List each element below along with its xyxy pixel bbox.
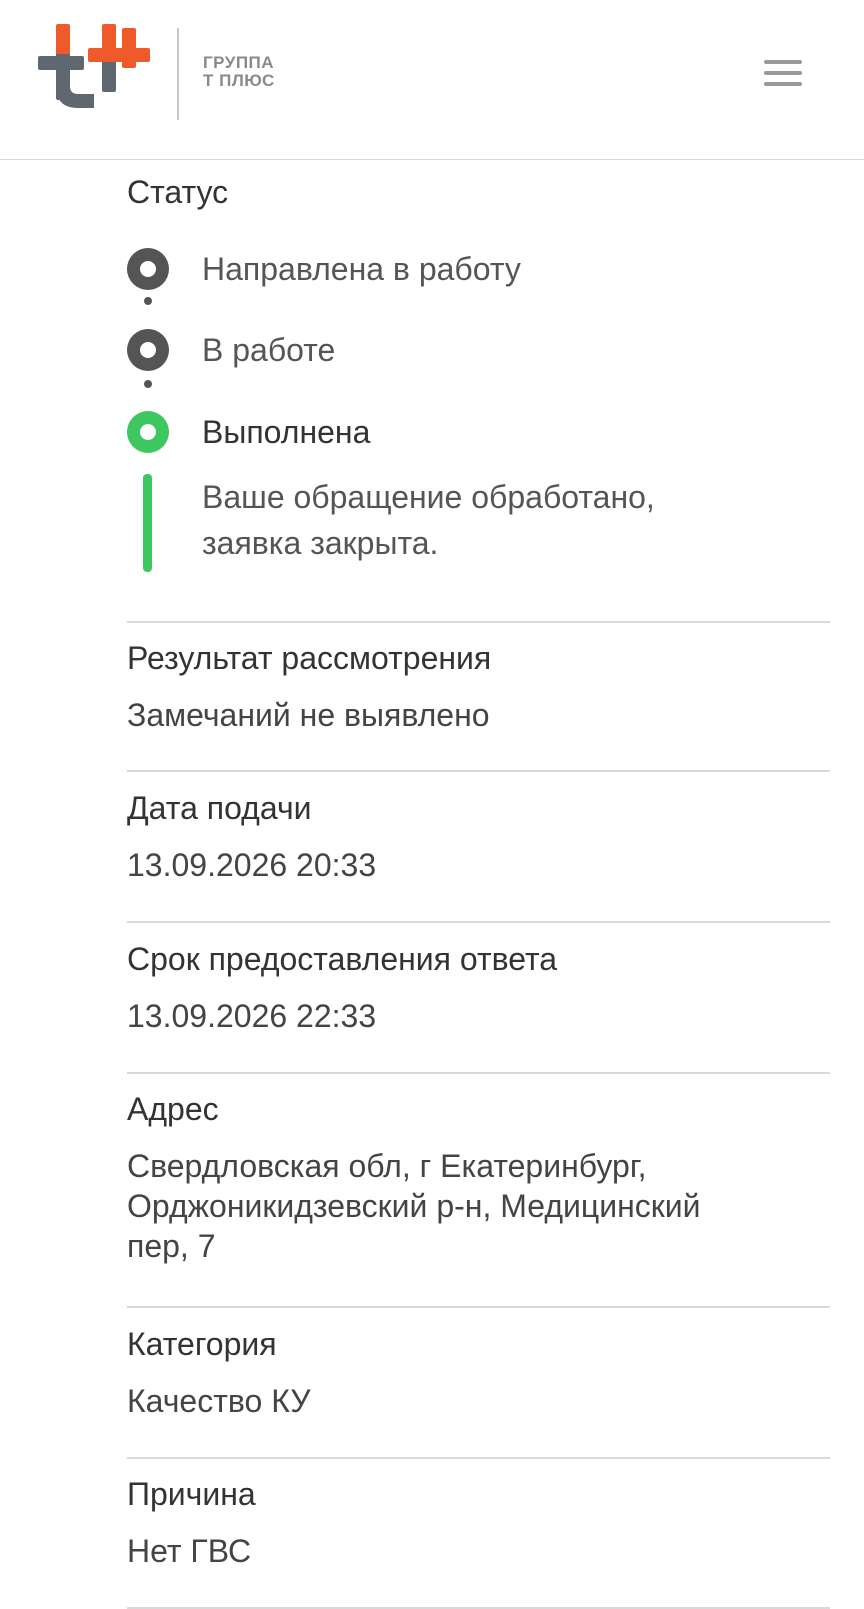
divider xyxy=(127,1457,830,1459)
address-value: Свердловская обл, г Екатеринбург, Орджон… xyxy=(127,1148,701,1264)
address-label: Адрес xyxy=(127,1091,219,1127)
divider xyxy=(127,1072,830,1074)
logo-wordmark: ГРУППА Т ПЛЮС xyxy=(203,54,275,90)
divider xyxy=(127,770,830,772)
reason-value: Нет ГВС xyxy=(127,1533,252,1569)
status-passed-icon xyxy=(127,248,169,290)
status-title: Статус xyxy=(127,174,229,210)
t-plus-logo-mark-icon xyxy=(38,24,150,108)
divider xyxy=(127,1607,830,1609)
status-current-icon xyxy=(127,411,169,453)
status-step-label: В работе xyxy=(202,332,336,368)
app-header: ГРУППА Т ПЛЮС xyxy=(0,0,864,160)
hamburger-menu-icon[interactable] xyxy=(764,60,802,92)
status-step-label: Выполнена xyxy=(202,414,371,450)
result-label: Результат рассмотрения xyxy=(127,640,492,676)
t-plus-logo[interactable]: ГРУППА Т ПЛЮС xyxy=(38,24,288,124)
logo-line-1: ГРУППА xyxy=(203,53,275,72)
divider xyxy=(127,621,830,623)
current-step-line xyxy=(143,474,152,572)
reason-label: Причина xyxy=(127,1476,256,1512)
divider xyxy=(127,1306,830,1308)
submit-date-value: 13.09.2026 20:33 xyxy=(127,847,377,883)
logo-line-2: Т ПЛЮС xyxy=(203,71,275,90)
deadline-value: 13.09.2026 22:33 xyxy=(127,998,377,1034)
result-value: Замечаний не выявлено xyxy=(127,697,490,733)
category-value: Качество КУ xyxy=(127,1383,311,1419)
status-step-label: Направлена в работу xyxy=(202,251,521,287)
status-connector-dot xyxy=(144,297,152,305)
logo-divider xyxy=(177,28,179,120)
category-label: Категория xyxy=(127,1326,277,1362)
submit-date-label: Дата подачи xyxy=(127,790,312,826)
status-connector-dot xyxy=(144,380,152,388)
status-passed-icon xyxy=(127,329,169,371)
deadline-label: Срок предоставления ответа xyxy=(127,941,558,977)
divider xyxy=(127,921,830,923)
status-description: Ваше обращение обработано, заявка закрыт… xyxy=(202,479,655,561)
